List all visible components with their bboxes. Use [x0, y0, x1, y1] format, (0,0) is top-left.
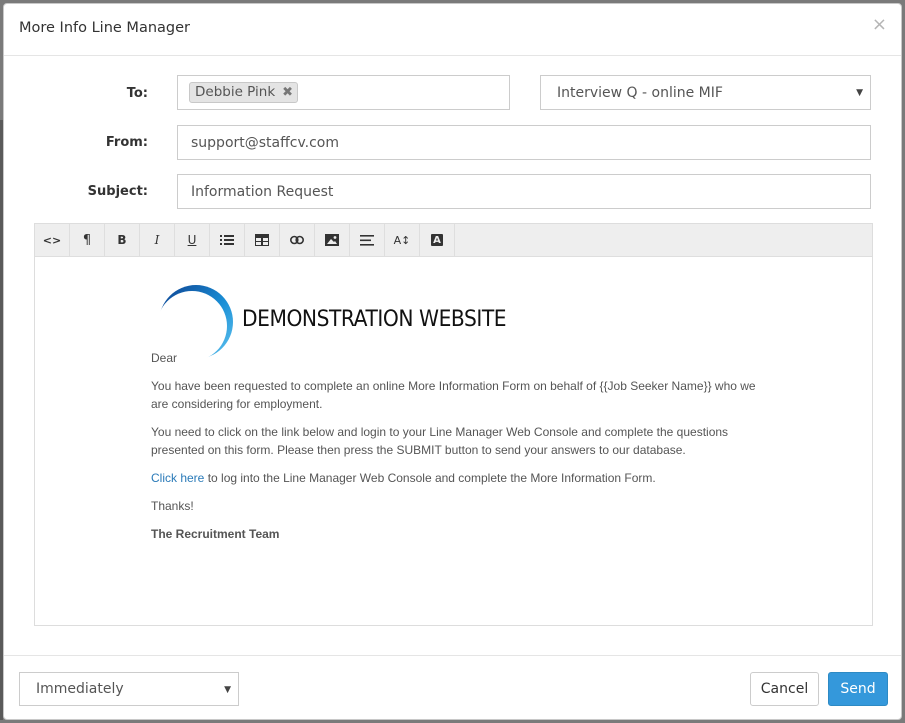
underline-icon: U — [187, 233, 197, 247]
template-select[interactable]: Interview Q - online MIF ▼ — [540, 75, 871, 110]
link-button[interactable] — [280, 224, 315, 256]
modal-header: More Info Line Manager × — [4, 4, 901, 56]
paragraph-icon: ¶ — [82, 232, 92, 248]
align-button[interactable] — [350, 224, 385, 256]
image-button[interactable] — [315, 224, 350, 256]
email-paragraph-1: You have been requested to complete an o… — [151, 379, 756, 411]
font-size-button[interactable]: A↕ — [385, 224, 420, 256]
subject-field[interactable]: Information Request — [177, 174, 871, 209]
subject-value: Information Request — [191, 183, 334, 200]
font-color-icon: A — [431, 234, 443, 246]
schedule-select-value: Immediately — [36, 681, 124, 697]
logo-text: DEMONSTRATION WEBSITE — [242, 307, 507, 332]
to-field[interactable]: Debbie Pink ✖ — [177, 75, 510, 110]
subject-label: Subject: — [87, 184, 148, 199]
editor-toolbar: <> ¶ B I U A↕ A — [35, 224, 872, 257]
modal-footer: Immediately ▼ Cancel Send — [4, 655, 901, 719]
chevron-down-icon: ▼ — [856, 88, 863, 98]
email-body[interactable]: Dear You have been requested to complete… — [151, 349, 771, 543]
modal-title: More Info Line Manager — [19, 20, 190, 36]
bold-button[interactable]: B — [105, 224, 140, 256]
from-value: support@staffcv.com — [191, 134, 340, 151]
table-button[interactable] — [245, 224, 280, 256]
bold-icon: B — [117, 233, 127, 247]
recipient-tag: Debbie Pink ✖ — [189, 82, 299, 103]
italic-button[interactable]: I — [140, 224, 175, 256]
email-thanks: Thanks! — [151, 499, 194, 513]
console-link[interactable]: Click here — [151, 471, 204, 485]
paragraph-button[interactable]: ¶ — [70, 224, 105, 256]
email-greeting: Dear — [151, 351, 178, 365]
align-icon — [360, 234, 374, 246]
email-editor[interactable]: <> ¶ B I U A↕ A DEMONSTRATION WEBSITE De… — [34, 223, 873, 626]
chevron-down-icon: ▼ — [224, 685, 231, 695]
list-icon — [220, 235, 234, 245]
cancel-button[interactable]: Cancel — [750, 672, 819, 706]
recipient-tag-label: Debbie Pink — [195, 84, 276, 100]
schedule-select[interactable]: Immediately ▼ — [19, 672, 239, 706]
send-button[interactable]: Send — [828, 672, 888, 706]
italic-icon: I — [154, 233, 160, 247]
from-field[interactable]: support@staffcv.com — [177, 125, 871, 160]
image-icon — [325, 234, 339, 246]
email-paragraph-3: Click here to log into the Line Manager … — [151, 469, 771, 487]
list-button[interactable] — [210, 224, 245, 256]
email-signature: The Recruitment Team — [151, 527, 280, 541]
email-paragraph-3-text: to log into the Line Manager Web Console… — [204, 471, 656, 485]
code-view-button[interactable]: <> — [35, 224, 70, 256]
to-label: To: — [126, 86, 148, 101]
font-size-icon: A↕ — [393, 233, 411, 247]
underline-button[interactable]: U — [175, 224, 210, 256]
table-icon — [255, 234, 269, 246]
close-icon[interactable]: × — [872, 16, 887, 34]
email-paragraph-2: You need to click on the link below and … — [151, 425, 729, 457]
from-label: From: — [105, 135, 148, 150]
link-icon — [290, 235, 304, 245]
font-color-button[interactable]: A — [420, 224, 455, 256]
template-select-value: Interview Q - online MIF — [557, 84, 723, 101]
remove-tag-icon[interactable]: ✖ — [282, 85, 293, 100]
code-icon: <> — [42, 233, 62, 247]
more-info-modal: More Info Line Manager × To: Debbie Pink… — [3, 3, 902, 720]
